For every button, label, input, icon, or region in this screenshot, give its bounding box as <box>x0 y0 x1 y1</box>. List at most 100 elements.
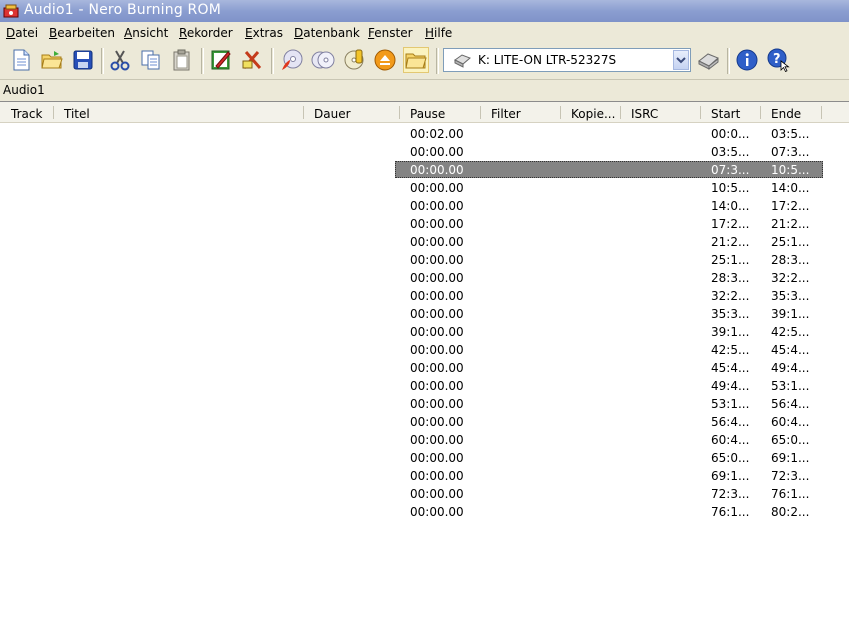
table-row[interactable]: 00:00.00 53:1... 56:4... <box>0 395 849 413</box>
column-header-filter[interactable]: Filter <box>491 107 521 121</box>
menu-datenbank[interactable]: Datenbank <box>294 26 360 40</box>
cell-pause: 00:00.00 <box>410 235 464 249</box>
compilation-properties-button[interactable] <box>208 47 234 73</box>
new-button[interactable] <box>8 47 34 73</box>
menu-hilfe[interactable]: Hilfe <box>425 26 452 40</box>
column-divider[interactable] <box>821 106 822 119</box>
column-divider[interactable] <box>700 106 701 119</box>
table-row[interactable]: 00:00.00 56:4... 60:4... <box>0 413 849 431</box>
column-divider[interactable] <box>560 106 561 119</box>
table-row[interactable]: 00:00.00 69:1... 72:3... <box>0 467 849 485</box>
table-row[interactable]: 00:00.00 32:2... 35:3... <box>0 287 849 305</box>
burn-compilation-button[interactable] <box>239 47 265 73</box>
cell-start: 35:3... <box>711 307 750 321</box>
cell-start: 32:2... <box>711 289 750 303</box>
eject-icon <box>374 49 396 71</box>
table-row[interactable]: 00:00.00 28:3... 32:2... <box>0 269 849 287</box>
toolbar-separator <box>727 48 730 74</box>
track-list[interactable]: Track Titel Dauer Pause Filter Kopie... … <box>0 101 849 639</box>
menu-bearbeiten[interactable]: Bearbeiten <box>49 26 115 40</box>
table-row[interactable]: 00:00.00 21:2... 25:1... <box>0 233 849 251</box>
context-help-button[interactable]: ? <box>766 47 792 73</box>
table-row[interactable]: 00:00.00 10:5... 14:0... <box>0 179 849 197</box>
menu-fenster[interactable]: Fenster <box>368 26 413 40</box>
cell-pause: 00:02.00 <box>410 127 464 141</box>
menu-rekorder[interactable]: Rekorder <box>179 26 233 40</box>
copy-button[interactable] <box>138 47 164 73</box>
paste-button[interactable] <box>169 47 195 73</box>
table-row[interactable]: 00:00.00 17:2... 21:2... <box>0 215 849 233</box>
table-row[interactable]: 00:00.00 35:3... 39:1... <box>0 305 849 323</box>
column-header-kopie[interactable]: Kopie... <box>571 107 615 121</box>
cell-pause: 00:00.00 <box>410 217 464 231</box>
cell-ende: 69:1... <box>771 451 810 465</box>
table-row[interactable]: 00:00.00 14:0... 17:2... <box>0 197 849 215</box>
table-row[interactable]: 00:00.00 45:4... 49:4... <box>0 359 849 377</box>
list-header: Track Titel Dauer Pause Filter Kopie... … <box>0 102 849 123</box>
column-header-pause[interactable]: Pause <box>410 107 445 121</box>
column-divider[interactable] <box>620 106 621 119</box>
save-button[interactable] <box>70 47 96 73</box>
cell-start: 56:4... <box>711 415 750 429</box>
table-row[interactable]: 00:00.00 72:3... 76:1... <box>0 485 849 503</box>
cell-start: 49:4... <box>711 379 750 393</box>
table-row[interactable]: 00:00.00 39:1... 42:5... <box>0 323 849 341</box>
cell-pause: 00:00.00 <box>410 181 464 195</box>
cell-ende: 25:1... <box>771 235 810 249</box>
column-divider[interactable] <box>303 106 304 119</box>
copy-disc-button[interactable] <box>310 47 336 73</box>
nero-app-icon[interactable] <box>3 3 19 19</box>
cell-start: 76:1... <box>711 505 750 519</box>
file-browser-button[interactable] <box>403 47 429 73</box>
table-row[interactable]: 00:00.00 60:4... 65:0... <box>0 431 849 449</box>
cell-pause: 00:00.00 <box>410 145 464 159</box>
column-header-isrc[interactable]: ISRC <box>631 107 658 121</box>
cell-pause: 00:00.00 <box>410 307 464 321</box>
paste-clipboard-icon <box>173 49 190 71</box>
menu-datei[interactable]: Datei <box>6 26 38 40</box>
cell-start: 28:3... <box>711 271 750 285</box>
column-divider[interactable] <box>399 106 400 119</box>
cut-button[interactable] <box>107 47 133 73</box>
toolbar-separator <box>101 48 104 74</box>
menu-ansicht[interactable]: Ansicht <box>124 26 168 40</box>
column-header-dauer[interactable]: Dauer <box>314 107 351 121</box>
scissors-icon <box>110 50 130 71</box>
disc-info-button[interactable] <box>341 47 367 73</box>
column-header-track[interactable]: Track <box>11 107 42 121</box>
dropdown-arrow-button[interactable] <box>673 50 689 70</box>
document-tab-label[interactable]: Audio1 <box>3 83 45 97</box>
cell-ende: 10:5... <box>771 163 810 177</box>
table-row[interactable]: 00:00.00 25:1... 28:3... <box>0 251 849 269</box>
column-divider[interactable] <box>760 106 761 119</box>
table-row[interactable]: 00:00.00 03:5... 07:3... <box>0 143 849 161</box>
table-row[interactable]: 00:00.00 76:1... 80:2... <box>0 503 849 521</box>
cell-pause: 00:00.00 <box>410 397 464 411</box>
table-row[interactable]: 00:00.00 42:5... 45:4... <box>0 341 849 359</box>
column-header-start[interactable]: Start <box>711 107 740 121</box>
toolbar-separator <box>271 48 274 74</box>
recorder-selected-value: K: LITE-ON LTR-52327S <box>478 53 617 67</box>
cell-ende: 60:4... <box>771 415 810 429</box>
table-row[interactable]: 00:00.00 49:4... 53:1... <box>0 377 849 395</box>
cell-ende: 07:3... <box>771 145 810 159</box>
menu-extras[interactable]: Extras <box>245 26 283 40</box>
table-row[interactable]: 00:00.00 65:0... 69:1... <box>0 449 849 467</box>
title-bar[interactable]: Audio1 - Nero Burning ROM <box>0 0 849 22</box>
column-header-titel[interactable]: Titel <box>64 107 90 121</box>
eject-button[interactable] <box>372 47 398 73</box>
cell-pause: 00:00.00 <box>410 451 464 465</box>
table-row[interactable]: 00:00.00 07:3... 10:5... <box>0 161 849 179</box>
open-button[interactable] <box>39 47 65 73</box>
table-row[interactable]: 00:02.00 00:0... 03:5... <box>0 125 849 143</box>
burn-button[interactable] <box>279 47 305 73</box>
cell-pause: 00:00.00 <box>410 325 464 339</box>
about-button[interactable] <box>734 47 760 73</box>
cell-ende: 72:3... <box>771 469 810 483</box>
choose-recorder-button[interactable] <box>695 47 721 73</box>
column-divider[interactable] <box>53 106 54 119</box>
column-divider[interactable] <box>480 106 481 119</box>
column-header-ende[interactable]: Ende <box>771 107 801 121</box>
recorder-dropdown[interactable]: K: LITE-ON LTR-52327S <box>443 48 691 72</box>
cell-start: 60:4... <box>711 433 750 447</box>
